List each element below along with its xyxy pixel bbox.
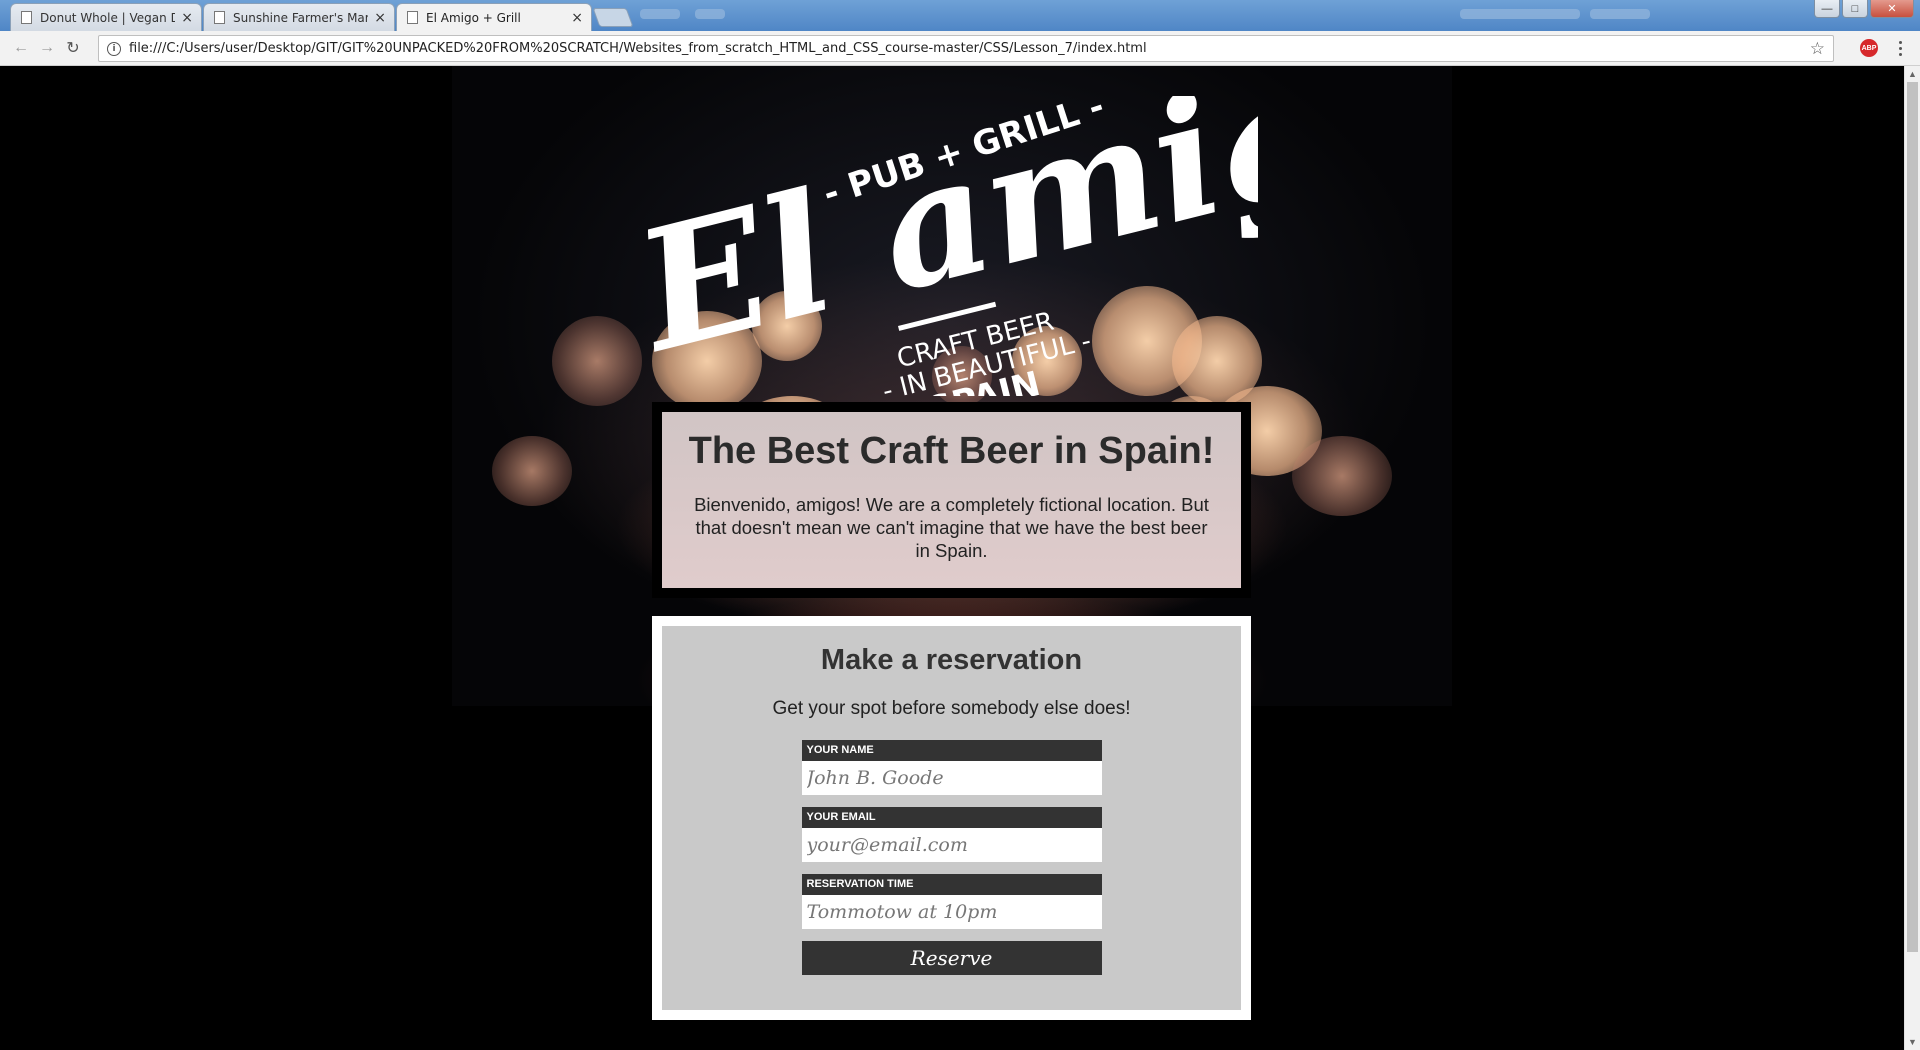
reservation-title: Make a reservation — [820, 644, 1083, 676]
tab-strip: Donut Whole | Vegan Do × Sunshine Farmer… — [0, 0, 1920, 31]
tabbar-decoration — [640, 9, 680, 19]
el-amigo-logo: - PUB + GRILL - El amigo CRAFT BEER - IN… — [648, 96, 1258, 396]
scroll-up-icon[interactable]: ▲ — [1908, 69, 1917, 79]
reservation-panel: Make a reservation Get your spot before … — [652, 616, 1251, 1020]
tab-label: El Amigo + Grill — [426, 10, 521, 25]
page-viewport: - PUB + GRILL - El amigo CRAFT BEER - IN… — [0, 66, 1904, 1050]
minimize-button[interactable]: — — [1814, 0, 1840, 18]
tab-donut-whole[interactable]: Donut Whole | Vegan Do × — [10, 3, 202, 31]
browser-menu-button[interactable] — [1892, 39, 1908, 57]
address-bar[interactable]: i file:///C:/Users/user/Desktop/GIT/GIT%… — [98, 35, 1834, 62]
tabbar-decoration — [695, 9, 725, 19]
reservation-form: YOUR NAME YOUR EMAIL RESERVATION TIME Re… — [801, 740, 1102, 975]
close-icon[interactable]: × — [571, 10, 583, 26]
tab-label: Sunshine Farmer's Marke — [233, 10, 369, 25]
forward-button[interactable]: → — [34, 35, 60, 61]
info-icon[interactable]: i — [107, 41, 121, 56]
page-scrollbar[interactable]: ▲ ▼ — [1904, 66, 1920, 1050]
arrow-left-icon: ← — [13, 39, 29, 56]
tab-sunshine-farmers-market[interactable]: Sunshine Farmer's Marke × — [203, 3, 395, 31]
browser-toolbar: ← → ↻ i file:///C:/Users/user/Desktop/GI… — [0, 31, 1920, 66]
reload-button[interactable]: ↻ — [60, 35, 86, 61]
maximize-button[interactable]: □ — [1842, 0, 1868, 18]
email-input[interactable] — [801, 828, 1102, 862]
page-icon — [407, 11, 418, 24]
email-label: YOUR EMAIL — [801, 807, 1102, 828]
adblock-extension-icon[interactable]: ABP — [1860, 39, 1878, 57]
reservation-subtitle: Get your spot before somebody else does! — [772, 698, 1131, 719]
reservation-panel-inner: Make a reservation Get your spot before … — [662, 626, 1241, 1010]
close-icon[interactable]: × — [374, 10, 386, 26]
reserve-button[interactable]: Reserve — [801, 941, 1102, 975]
name-label: YOUR NAME — [801, 740, 1102, 761]
scroll-down-icon[interactable]: ▼ — [1908, 1037, 1917, 1047]
tab-label: Donut Whole | Vegan Do — [40, 10, 176, 25]
close-icon[interactable]: × — [181, 10, 193, 26]
new-tab-button[interactable] — [592, 8, 634, 27]
star-icon[interactable]: ☆ — [1810, 39, 1825, 59]
name-input[interactable] — [801, 761, 1102, 795]
url-text[interactable]: file:///C:/Users/user/Desktop/GIT/GIT%20… — [129, 41, 1810, 56]
email-field-group: YOUR EMAIL — [801, 807, 1102, 862]
reload-icon: ↻ — [66, 40, 80, 57]
reservation-time-input[interactable] — [801, 895, 1102, 929]
tabbar-decoration — [1460, 9, 1580, 19]
time-field-group: RESERVATION TIME — [801, 874, 1102, 929]
intro-panel-inner: The Best Craft Beer in Spain! Bienvenido… — [662, 412, 1241, 588]
page-icon — [214, 11, 225, 24]
intro-panel: The Best Craft Beer in Spain! Bienvenido… — [652, 402, 1251, 598]
intro-text: Bienvenido, amigos! We are a completely … — [694, 494, 1209, 561]
back-button[interactable]: ← — [8, 35, 34, 61]
page-icon — [21, 11, 32, 24]
page-headline: The Best Craft Beer in Spain! — [688, 430, 1215, 472]
name-field-group: YOUR NAME — [801, 740, 1102, 795]
time-label: RESERVATION TIME — [801, 874, 1102, 895]
tabbar-decoration — [1590, 9, 1650, 19]
arrow-right-icon: → — [39, 39, 55, 56]
tab-el-amigo[interactable]: El Amigo + Grill × — [396, 3, 592, 31]
window-controls: — □ ✕ — [1814, 0, 1914, 18]
close-window-button[interactable]: ✕ — [1870, 0, 1914, 18]
scrollbar-thumb[interactable] — [1907, 82, 1918, 952]
